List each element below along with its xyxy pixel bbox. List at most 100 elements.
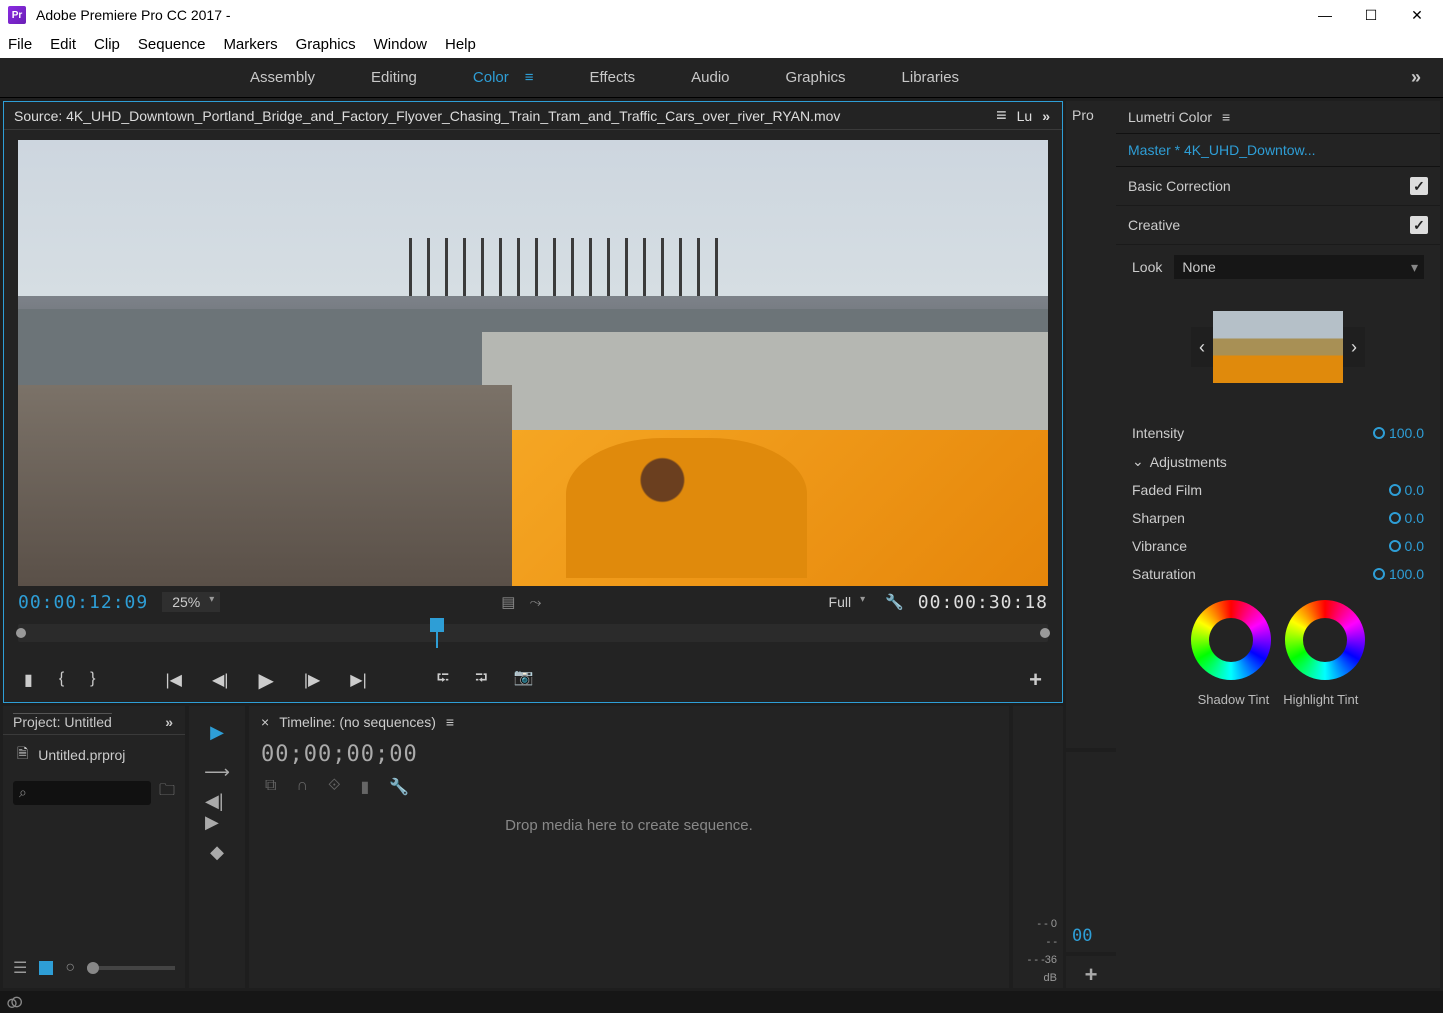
resolution-select[interactable]: Full [823, 592, 872, 612]
sharpen-value[interactable]: 0.0 [1405, 510, 1424, 526]
basic-correction-toggle[interactable]: ✓ [1410, 177, 1428, 195]
zoom-select[interactable]: 25% [162, 592, 220, 612]
workspace-effects[interactable]: Effects [590, 69, 636, 86]
go-to-in-icon[interactable]: |◀ [166, 670, 182, 690]
tab-overflow-icon[interactable]: » [1042, 108, 1052, 124]
intensity-value[interactable]: 100.0 [1389, 425, 1424, 441]
workspace-assembly[interactable]: Assembly [250, 69, 315, 86]
mark-out-icon[interactable]: } [90, 670, 95, 690]
add-marker-icon[interactable]: ▮ [24, 670, 33, 690]
creative-cloud-icon[interactable] [0, 991, 1443, 1013]
minimize-button[interactable]: — [1317, 7, 1333, 23]
find-icon[interactable]: 🗀 [159, 779, 175, 806]
saturation-value[interactable]: 100.0 [1389, 566, 1424, 582]
vibrance-reset-icon[interactable] [1389, 540, 1401, 552]
menu-bar: File Edit Clip Sequence Markers Graphics… [0, 30, 1443, 58]
menu-file[interactable]: File [8, 36, 32, 53]
lumetri-panel-title[interactable]: Lumetri Color [1128, 109, 1212, 125]
source-tab-label[interactable]: Source: 4K_UHD_Downtown_Portland_Bridge_… [14, 108, 986, 124]
step-forward-icon[interactable]: |▶ [304, 670, 320, 690]
button-editor-icon[interactable]: + [1029, 667, 1042, 693]
workspace-libraries[interactable]: Libraries [902, 69, 960, 86]
selection-tool-icon[interactable]: ▶ [205, 720, 229, 744]
highlight-tint-wheel[interactable] [1285, 600, 1365, 680]
overwrite-icon[interactable]: ⮒ [475, 667, 487, 694]
project-overflow-icon[interactable]: » [165, 714, 175, 730]
program-monitor-tab[interactable]: Pro [1066, 101, 1116, 748]
maximize-button[interactable]: ☐ [1363, 7, 1379, 23]
look-preview: ‹ › [1213, 311, 1343, 383]
hidden-tab-lumetri-scopes[interactable]: Lu [1017, 108, 1033, 124]
play-icon[interactable]: ▶ [258, 668, 273, 693]
faded-reset-icon[interactable] [1389, 484, 1401, 496]
menu-help[interactable]: Help [445, 36, 476, 53]
saturation-reset-icon[interactable] [1373, 568, 1385, 580]
adjustments-chevron-icon[interactable]: ⌄ [1132, 453, 1144, 470]
insert-icon[interactable]: ⮓ [437, 667, 449, 694]
snap-icon[interactable]: ∩ [296, 777, 308, 797]
markers-icon[interactable]: ▮ [361, 777, 370, 797]
razor-tool-icon[interactable]: ◆ [205, 840, 229, 864]
go-to-out-icon[interactable]: ▶| [350, 670, 366, 690]
menu-edit[interactable]: Edit [50, 36, 76, 53]
drag-video-icon[interactable]: ⤳ [529, 594, 541, 611]
close-button[interactable]: ✕ [1409, 7, 1425, 23]
linked-selection-icon[interactable]: ⟐ [328, 777, 341, 797]
zoom-out-icon[interactable]: ○ [65, 959, 75, 977]
meter-unit: dB [1044, 972, 1057, 984]
panel-menu-icon[interactable]: ≡ [996, 105, 1007, 126]
workspace-audio[interactable]: Audio [691, 69, 729, 86]
look-select[interactable]: None [1174, 255, 1424, 279]
icon-view-icon[interactable] [39, 961, 53, 975]
faded-value[interactable]: 0.0 [1405, 482, 1424, 498]
timeline-title[interactable]: Timeline: (no sequences) [279, 714, 436, 730]
video-preview[interactable] [18, 140, 1048, 586]
sharpen-label: Sharpen [1132, 510, 1185, 526]
lumetri-color-panel: Lumetri Color ≡ Master * 4K_UHD_Downtow.… [1116, 101, 1440, 988]
current-timecode[interactable]: 00:00:12:09 [18, 592, 148, 613]
workspace-graphics[interactable]: Graphics [786, 69, 846, 86]
filmstrip-icon[interactable]: ▤ [501, 593, 515, 611]
ripple-edit-tool-icon[interactable]: ◀|▶ [205, 800, 229, 824]
project-search-input[interactable]: ⌕ [13, 781, 151, 805]
scopes-timecode: 00 [1072, 926, 1110, 946]
creative-header[interactable]: Creative [1128, 217, 1180, 233]
nest-icon[interactable]: ⧉ [265, 777, 276, 797]
look-next-icon[interactable]: › [1343, 327, 1365, 367]
source-scrubber[interactable] [4, 618, 1062, 658]
step-back-icon[interactable]: ◀| [212, 670, 228, 690]
settings-wrench-icon[interactable]: 🔧 [885, 593, 904, 611]
lumetri-master-clip[interactable]: Master * 4K_UHD_Downtow... [1116, 134, 1440, 167]
track-select-tool-icon[interactable]: ⟶ [205, 760, 229, 784]
creative-toggle[interactable]: ✓ [1410, 216, 1428, 234]
workspace-overflow-icon[interactable]: » [1411, 67, 1423, 88]
lumetri-menu-icon[interactable]: ≡ [1222, 109, 1230, 125]
workspace-color[interactable]: Color [473, 69, 509, 86]
basic-correction-header[interactable]: Basic Correction [1128, 178, 1231, 194]
adjustments-label[interactable]: Adjustments [1150, 454, 1227, 470]
workspace-editing[interactable]: Editing [371, 69, 417, 86]
export-frame-icon[interactable]: 📷 [513, 667, 533, 694]
workspace-menu-icon[interactable]: ≡ [525, 69, 534, 86]
window-title: Adobe Premiere Pro CC 2017 - [36, 7, 1317, 23]
settings-icon[interactable]: 🔧 [389, 777, 409, 797]
timeline-close-icon[interactable]: × [261, 714, 269, 730]
menu-sequence[interactable]: Sequence [138, 36, 206, 53]
timeline-menu-icon[interactable]: ≡ [446, 714, 454, 730]
list-view-icon[interactable]: ☰ [13, 958, 27, 978]
vibrance-value[interactable]: 0.0 [1405, 538, 1424, 554]
shadow-tint-wheel[interactable] [1191, 600, 1271, 680]
menu-markers[interactable]: Markers [223, 36, 277, 53]
thumbnail-size-slider[interactable] [87, 966, 175, 970]
menu-window[interactable]: Window [374, 36, 427, 53]
look-prev-icon[interactable]: ‹ [1191, 327, 1213, 367]
timeline-timecode[interactable]: 00;00;00;00 [261, 742, 997, 767]
menu-graphics[interactable]: Graphics [296, 36, 356, 53]
sharpen-reset-icon[interactable] [1389, 512, 1401, 524]
mark-in-icon[interactable]: { [59, 670, 64, 690]
program-button-editor-icon[interactable]: + [1066, 956, 1116, 988]
menu-clip[interactable]: Clip [94, 36, 120, 53]
project-panel-title[interactable]: Project: Untitled [13, 714, 112, 730]
intensity-reset-icon[interactable] [1373, 427, 1385, 439]
faded-film-label: Faded Film [1132, 482, 1202, 498]
